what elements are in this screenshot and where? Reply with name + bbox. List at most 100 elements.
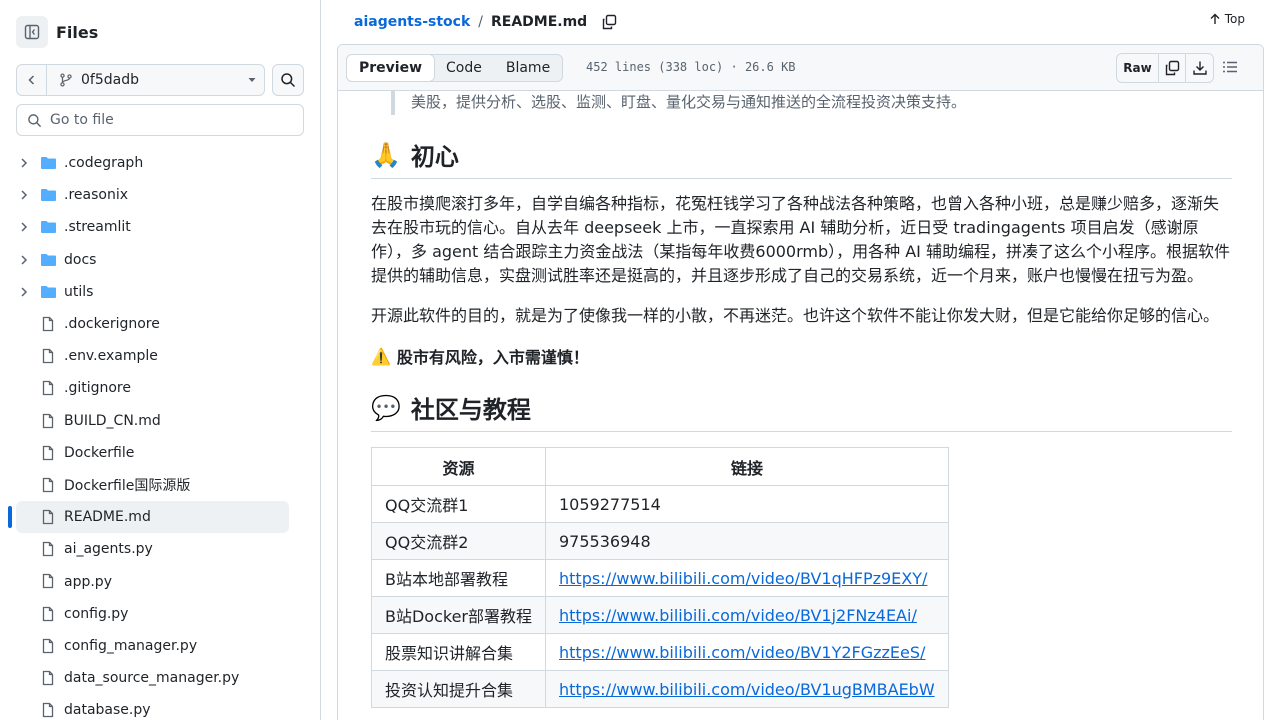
go-to-file-box[interactable] (16, 104, 304, 136)
breadcrumb: aiagents-stock / README.md (354, 10, 617, 34)
tree-item-label: .streamlit (64, 219, 131, 236)
file-icon (42, 413, 54, 428)
collapse-sidebar-button[interactable] (16, 16, 48, 48)
tree-item-label: README.md (64, 509, 151, 526)
tree-item-label: BUILD_CN.md (64, 412, 161, 429)
expand-toggle[interactable] (18, 254, 30, 270)
file-icon (42, 316, 54, 332)
main-content: aiagents-stock / README.md Top Preview C… (337, 0, 1264, 720)
warning-icon: ⚠️ (371, 346, 391, 366)
list-unordered-icon (1223, 61, 1237, 73)
tab-blame[interactable]: Blame (494, 55, 562, 81)
tree-item-label: .gitignore (64, 380, 131, 397)
cell-resource: 投资认知提升合集 (371, 670, 546, 708)
tree-file-item[interactable]: database.py (0, 694, 320, 720)
heading-origin: 🙏 初心 (371, 137, 1232, 179)
tree-folder-item[interactable]: docs (0, 244, 320, 276)
tree-folder-item[interactable]: .codegraph (0, 147, 320, 179)
copy-icon (603, 14, 617, 30)
chevron-right-icon (21, 190, 28, 200)
tree-file-item[interactable]: Dockerfile (0, 437, 320, 469)
cell-value: 975536948 (559, 531, 651, 551)
risk-warning: ⚠️ 股市有风险，入市需谨慎！ (371, 344, 589, 368)
branch-dropdown[interactable] (240, 75, 264, 85)
table-header-row: 资源 链接 (371, 447, 949, 486)
expand-toggle[interactable] (18, 157, 30, 173)
tab-preview[interactable]: Preview (346, 54, 436, 82)
tree-item-label: .reasonix (64, 187, 128, 204)
back-button[interactable] (17, 65, 47, 95)
chevron-right-icon (21, 287, 28, 297)
cell-resource: QQ交流群1 (371, 485, 546, 523)
breadcrumb-repo-link[interactable]: aiagents-stock (354, 14, 470, 30)
cell-resource: QQ交流群2 (371, 522, 546, 560)
folder-icon (41, 285, 56, 298)
tree-file-item[interactable]: app.py (0, 565, 320, 597)
raw-button[interactable]: Raw (1117, 54, 1159, 82)
file-tree: .codegraph .reasonix .streamlit docs utils .d… (0, 147, 320, 720)
tree-file-item[interactable]: config.py (0, 598, 320, 630)
expand-toggle[interactable] (18, 286, 30, 302)
copy-path-button[interactable] (601, 14, 617, 30)
tree-item-icon (40, 702, 56, 720)
file-icon (42, 606, 54, 621)
download-icon (1192, 61, 1207, 75)
outline-button[interactable] (1222, 59, 1238, 79)
file-viewer: Preview Code Blame 452 lines (338 loc) ·… (337, 44, 1264, 720)
git-branch-icon (60, 73, 72, 87)
tree-item-label: config_manager.py (64, 637, 198, 654)
tree-file-item[interactable]: ai_agents.py (0, 533, 320, 565)
tab-code[interactable]: Code (434, 55, 494, 81)
tree-file-item[interactable]: .env.example (0, 340, 320, 372)
search-button[interactable] (272, 64, 304, 96)
tree-file-item[interactable]: README.md (0, 501, 320, 534)
tree-item-icon (40, 413, 56, 433)
folder-icon (41, 157, 56, 169)
copy-icon (1165, 60, 1180, 76)
tree-file-item[interactable]: config_manager.py (0, 630, 320, 662)
paragraph-origin: 在股市摸爬滚打多年，自学自编各种指标，花冤枉钱学习了各种战法各种策略，也曾入各种… (371, 194, 1230, 285)
top-link[interactable]: Top (1209, 12, 1245, 26)
tree-file-item[interactable]: .gitignore (0, 372, 320, 404)
tree-folder-item[interactable]: .streamlit (0, 211, 320, 243)
tree-item-icon (40, 638, 56, 658)
file-icon (42, 542, 54, 557)
branch-selector[interactable]: 0f5dadb (16, 64, 265, 96)
tutorial-link[interactable]: https://www.bilibili.com/video/BV1j2FNz4… (559, 606, 917, 625)
cell-link: https://www.bilibili.com/video/BV1Y2FGzz… (545, 633, 949, 671)
tree-folder-item[interactable]: .reasonix (0, 179, 320, 211)
branch-row: 0f5dadb (16, 64, 304, 96)
cell-link: 1059277514 (545, 485, 949, 523)
copy-raw-button[interactable] (1159, 54, 1186, 82)
top-label: Top (1224, 12, 1245, 26)
tree-folder-item[interactable]: utils (0, 276, 320, 308)
heading-community: 💬 社区与教程 (371, 390, 1232, 432)
file-icon (42, 670, 54, 686)
file-icon (42, 348, 54, 364)
tutorial-link[interactable]: https://www.bilibili.com/video/BV1Y2FGzz… (559, 643, 925, 662)
tree-item-icon (40, 219, 57, 239)
tree-file-item[interactable]: .dockerignore (0, 308, 320, 340)
tree-file-item[interactable]: BUILD_CN.md (0, 405, 320, 437)
tree-item-label: .dockerignore (64, 316, 160, 333)
tutorial-link[interactable]: https://www.bilibili.com/video/BV1ugBMBA… (559, 680, 935, 699)
tree-item-label: config.py (64, 605, 129, 622)
download-button[interactable] (1186, 54, 1213, 82)
expand-toggle[interactable] (18, 221, 30, 237)
tree-file-item[interactable]: data_source_manager.py (0, 662, 320, 694)
tree-file-item[interactable]: Dockerfile国际源版 (0, 469, 320, 501)
cell-link: https://www.bilibili.com/video/BV1j2FNz4… (545, 596, 949, 634)
file-icon (42, 509, 54, 525)
tree-item-icon (40, 477, 56, 497)
tutorial-link[interactable]: https://www.bilibili.com/video/BV1qHFPz9… (559, 569, 927, 588)
cell-link: https://www.bilibili.com/video/BV1qHFPz9… (545, 559, 949, 597)
tree-item-label: Dockerfile国际源版 (64, 477, 191, 494)
branch-name[interactable]: 0f5dadb (47, 72, 240, 88)
file-header: Preview Code Blame 452 lines (338 loc) ·… (338, 45, 1263, 91)
file-icon (42, 574, 54, 589)
heading-origin-text: 初心 (410, 143, 459, 171)
expand-toggle[interactable] (18, 189, 30, 205)
folder-icon (41, 253, 56, 266)
go-to-file-input[interactable] (50, 112, 290, 128)
caret-down-icon (248, 78, 256, 82)
